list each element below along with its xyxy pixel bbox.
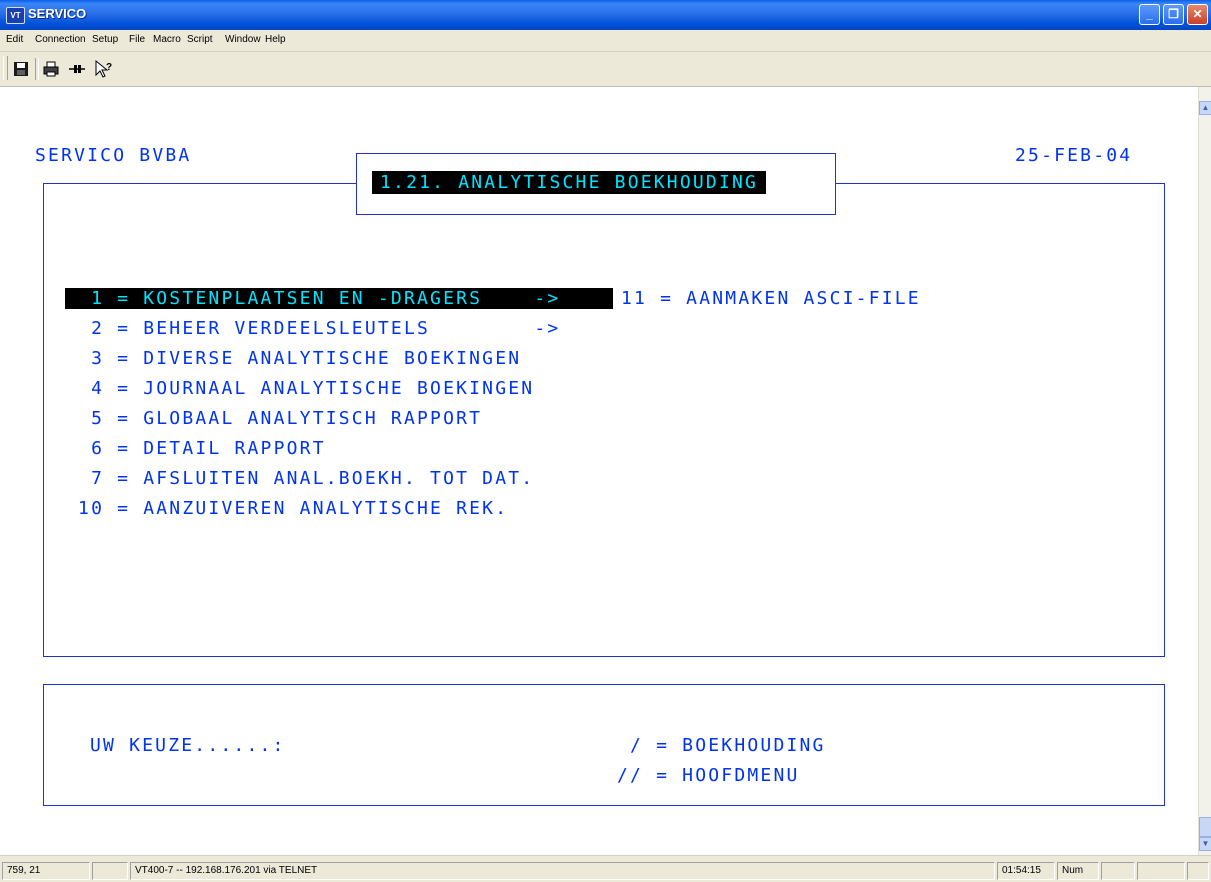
size-grip[interactable]: [1187, 862, 1209, 880]
title-bar[interactable]: VT SERVICO _ ❐ ✕: [0, 0, 1211, 30]
menu-file[interactable]: File: [129, 34, 145, 45]
status-pane-empty-2: [1137, 862, 1185, 880]
scroll-down-icon[interactable]: ▼: [1199, 837, 1211, 851]
print-icon[interactable]: [40, 58, 62, 80]
nav-main-menu: // = HOOFDMENU: [617, 765, 800, 786]
menu-option-10[interactable]: 10 = AANZUIVEREN ANALYTISCHE REK.: [65, 498, 508, 519]
connection-info: VT400-7 -- 192.168.176.201 via TELNET: [130, 862, 995, 880]
menu-option-4[interactable]: 4 = JOURNAAL ANALYTISCHE BOEKINGEN: [65, 378, 534, 399]
scroll-thumb[interactable]: [1199, 817, 1211, 837]
nav-accounting: / = BOEKHOUDING: [617, 735, 826, 756]
status-time: 01:54:15: [997, 862, 1055, 880]
screen-title: 1.21. ANALYTISCHE BOEKHOUDING: [372, 171, 767, 194]
maximize-button[interactable]: ❐: [1163, 4, 1184, 25]
terminal-screen[interactable]: SERVICO BVBA 25-FEB-04 1.21. ANALYTISCHE…: [0, 87, 1198, 855]
menu-option-5[interactable]: 5 = GLOBAAL ANALYTISCH RAPPORT: [65, 408, 482, 429]
toolbar-grip[interactable]: [3, 56, 8, 80]
menu-option-11[interactable]: 11 = AANMAKEN ASCI-FILE: [621, 288, 921, 309]
menu-edit[interactable]: Edit: [6, 34, 23, 45]
minimize-button[interactable]: _: [1139, 4, 1160, 25]
connect-icon[interactable]: [66, 58, 88, 80]
status-blank: [92, 862, 128, 880]
toolbar: ?: [0, 52, 1211, 87]
company-name: SERVICO BVBA: [35, 145, 192, 166]
menu-setup[interactable]: Setup: [92, 34, 118, 45]
status-bar: 759, 21 VT400-7 -- 192.168.176.201 via T…: [0, 855, 1211, 882]
menu-help[interactable]: Help: [265, 34, 286, 45]
cursor-position: 759, 21: [2, 862, 90, 880]
help-cursor-icon[interactable]: ?: [92, 58, 114, 80]
menu-macro[interactable]: Macro: [153, 34, 181, 45]
menu-window[interactable]: Window: [225, 34, 261, 45]
menu-option-6[interactable]: 6 = DETAIL RAPPORT: [65, 438, 326, 459]
menu-option-2[interactable]: 2 = BEHEER VERDEELSLEUTELS ->: [65, 318, 560, 339]
menu-bar: Edit Connection Setup File Macro Script …: [0, 30, 1211, 52]
status-pane-empty-1: [1101, 862, 1135, 880]
num-lock-indicator: Num: [1057, 862, 1099, 880]
svg-text:?: ?: [106, 62, 112, 73]
scroll-up-icon[interactable]: ▲: [1199, 101, 1211, 115]
menu-option-1[interactable]: 1 = KOSTENPLAATSEN EN -DRAGERS ->: [65, 288, 613, 309]
menu-connection[interactable]: Connection: [35, 34, 86, 45]
vertical-scrollbar[interactable]: ▲ ▼: [1198, 87, 1211, 855]
window-title: SERVICO: [28, 6, 87, 21]
menu-option-3[interactable]: 3 = DIVERSE ANALYTISCHE BOEKINGEN: [65, 348, 521, 369]
menu-option-7[interactable]: 7 = AFSLUITEN ANAL.BOEKH. TOT DAT.: [65, 468, 534, 489]
toolbar-separator: [35, 58, 39, 80]
menu-script[interactable]: Script: [187, 34, 213, 45]
screen-date: 25-FEB-04: [1015, 145, 1133, 166]
choice-prompt[interactable]: UW KEUZE......:: [90, 735, 286, 756]
app-icon[interactable]: VT: [6, 7, 25, 24]
save-icon[interactable]: [10, 58, 32, 80]
close-button[interactable]: ✕: [1187, 4, 1208, 25]
